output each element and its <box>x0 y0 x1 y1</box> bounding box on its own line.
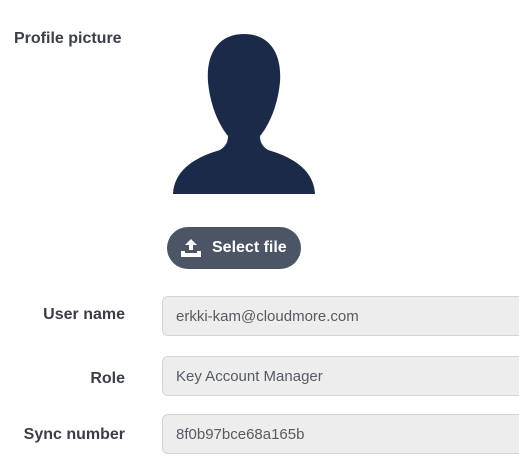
profile-form: Profile picture Select file User name Ro… <box>0 0 519 461</box>
user-name-label: User name <box>43 306 125 323</box>
select-file-button[interactable]: Select file <box>167 227 301 269</box>
role-field[interactable] <box>162 356 519 396</box>
sync-number-field[interactable] <box>162 414 519 454</box>
user-silhouette-icon <box>173 34 315 194</box>
role-label: Role <box>90 370 125 387</box>
user-name-field[interactable] <box>162 296 519 336</box>
sync-number-label: Sync number <box>23 426 125 443</box>
upload-icon <box>181 239 201 257</box>
select-file-label: Select file <box>212 239 287 256</box>
profile-picture-label: Profile picture <box>14 30 122 47</box>
